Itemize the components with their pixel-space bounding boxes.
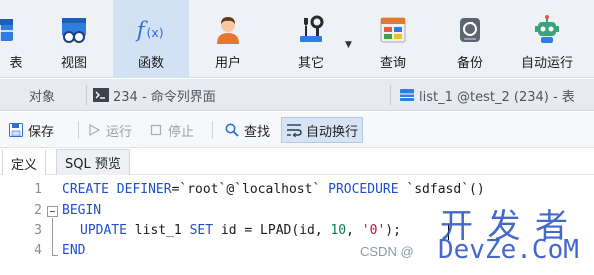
- tools-icon: [295, 14, 327, 46]
- other-button[interactable]: 其它: [273, 0, 349, 78]
- user-button[interactable]: 用户: [190, 0, 266, 78]
- query-label: 查询: [379, 56, 406, 71]
- function-label: 函数: [137, 56, 164, 71]
- word-wrap-button[interactable]: 自动换行: [281, 117, 364, 143]
- separator: ,: [346, 223, 362, 238]
- tab-definition-label: 定义: [11, 157, 38, 173]
- table-label: 表: [9, 56, 23, 71]
- keyword: SET: [189, 223, 214, 238]
- stop-icon: [148, 122, 164, 138]
- save-label: 保存: [28, 124, 55, 140]
- line-number: 4: [34, 243, 42, 258]
- table-icon: [0, 14, 16, 46]
- fold-guide: [52, 218, 53, 255]
- code-editor[interactable]: 1 2 3 4 CREATE DEFINER=`root`@`localhost…: [0, 176, 594, 275]
- fold-toggle-icon[interactable]: [47, 206, 58, 217]
- console-icon: [93, 88, 109, 102]
- table-button[interactable]: 表: [0, 0, 38, 78]
- keyword: UPDATE: [80, 223, 127, 238]
- tab-objects[interactable]: 对象: [29, 79, 55, 111]
- search-icon: [224, 122, 240, 138]
- statement-end: );: [385, 223, 401, 238]
- word-wrap-label: 自动换行: [306, 124, 359, 140]
- table-name: list_1: [134, 223, 182, 238]
- play-icon: [86, 122, 102, 138]
- definer-user: `root`@`localhost`: [179, 182, 321, 197]
- expression: id = LPAD(id,: [220, 223, 331, 238]
- robot-icon: [531, 14, 563, 46]
- code-line-3: UPDATE list_1 SET id = LPAD(id, 10, '0')…: [80, 223, 401, 238]
- query-icon: [377, 14, 409, 46]
- keyword: CREATE DEFINER: [62, 182, 172, 197]
- main-toolbar: 表 视图 f (x) 函数 用户 其它 ▼ 查询 备份 自动运行: [0, 0, 594, 78]
- tab-console-label: 234 - 命令列界面: [113, 89, 216, 105]
- tabs-row: 对象 234 - 命令列界面 list_1 @test_2 (234) - 表: [0, 79, 594, 111]
- run-label: 运行: [106, 124, 133, 140]
- find-button[interactable]: 查找: [224, 117, 270, 143]
- procedure-name: `sdfasd`(): [406, 182, 485, 197]
- tab-divider: [86, 85, 87, 105]
- line-number: 1: [34, 182, 42, 197]
- table-tab-icon: [399, 87, 415, 103]
- line-number: 3: [34, 223, 42, 238]
- tab-divider: [390, 85, 391, 105]
- code-line-4: END: [62, 243, 85, 258]
- other-label: 其它: [297, 56, 324, 71]
- tab-sql-preview[interactable]: SQL 预览: [56, 149, 130, 175]
- keyword: END: [62, 243, 86, 258]
- other-dropdown-icon[interactable]: ▼: [345, 40, 352, 50]
- function-icon: f (x): [135, 14, 167, 46]
- text-cursor: [448, 224, 449, 240]
- line-number-gutter: 1 2 3 4: [0, 176, 44, 275]
- query-button[interactable]: 查询: [355, 0, 431, 78]
- function-button[interactable]: f (x) 函数: [113, 0, 189, 78]
- keyword: BEGIN: [62, 203, 102, 218]
- automation-label: 自动运行: [520, 56, 573, 71]
- tab-table-editor-label: list_1 @test_2 (234) - 表: [419, 89, 575, 105]
- fold-guide-end: [52, 255, 58, 256]
- user-label: 用户: [214, 56, 241, 71]
- keyword: PROCEDURE: [328, 182, 399, 197]
- tab-sql-preview-label: SQL 预览: [65, 157, 121, 172]
- definition-tabs: 定义 SQL 预览: [0, 149, 594, 175]
- code-line-2: BEGIN: [62, 203, 101, 218]
- save-button[interactable]: 保存: [8, 117, 54, 143]
- backup-label: 备份: [456, 56, 483, 71]
- tab-console[interactable]: 234 - 命令列界面: [93, 79, 216, 111]
- user-icon: [212, 14, 244, 46]
- stop-label: 停止: [168, 124, 195, 140]
- save-icon: [8, 122, 24, 138]
- view-label: 视图: [60, 56, 87, 71]
- tab-definition[interactable]: 定义: [2, 149, 47, 175]
- string-literal: '0': [361, 223, 386, 238]
- toolbar-divider: [78, 121, 79, 139]
- tab-objects-label: 对象: [29, 89, 56, 105]
- number-literal: 10: [330, 223, 347, 238]
- tab-table-editor[interactable]: list_1 @test_2 (234) - 表: [399, 79, 575, 111]
- svg-text:(x): (x): [147, 25, 164, 40]
- find-label: 查找: [244, 124, 271, 140]
- run-button[interactable]: 运行: [86, 117, 132, 143]
- view-icon: [58, 14, 90, 46]
- automation-button[interactable]: 自动运行: [509, 0, 585, 78]
- word-wrap-icon: [286, 122, 302, 138]
- code-line-1: CREATE DEFINER=`root`@`localhost` PROCED…: [62, 182, 485, 197]
- line-number: 2: [34, 203, 42, 218]
- toolbar-divider: [212, 121, 213, 139]
- view-button[interactable]: 视图: [36, 0, 112, 78]
- stop-button[interactable]: 停止: [148, 117, 194, 143]
- backup-icon: [454, 14, 486, 46]
- backup-button[interactable]: 备份: [432, 0, 508, 78]
- editor-toolbar: 保存 运行 停止 查找 自动换行: [0, 112, 594, 148]
